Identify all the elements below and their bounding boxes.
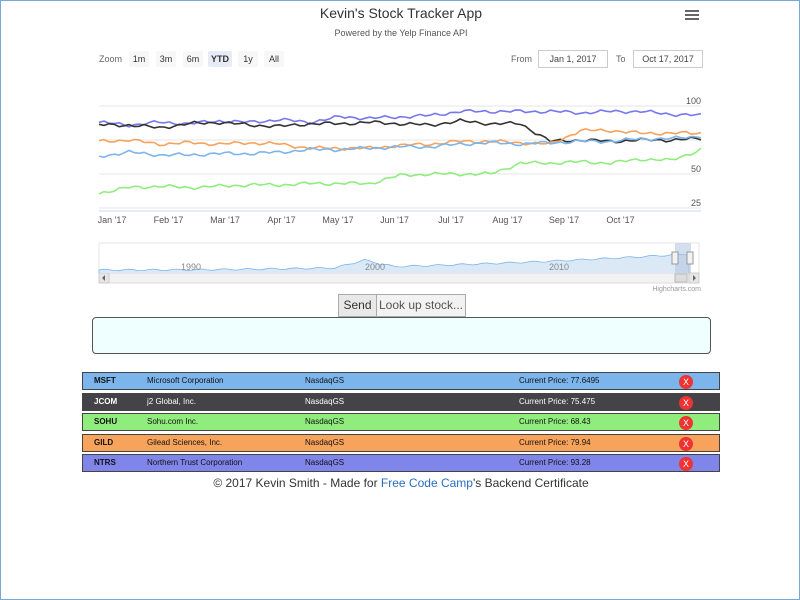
app-subtitle: Powered by the Yelp Finance API bbox=[334, 28, 468, 38]
footer: © 2017 Kevin Smith - Made for Free Code … bbox=[1, 476, 800, 490]
x-tick-label: Feb '17 bbox=[154, 215, 184, 225]
stock-exchange: NasdaqGS bbox=[305, 396, 345, 406]
stock-row-jcom[interactable]: JCOM j2 Global, Inc. NasdaqGS Current Price… bbox=[82, 392, 720, 411]
remove-stock-button[interactable]: X bbox=[679, 436, 693, 451]
highcharts-credits[interactable]: Highcharts.com bbox=[652, 286, 701, 293]
stock-name: Northern Trust Corporation bbox=[147, 458, 243, 468]
stock-symbol: MSFT bbox=[94, 376, 116, 385]
stock-name: j2 Global, Inc. bbox=[147, 396, 196, 406]
stock-price: Current Price: 77.6495 bbox=[519, 376, 600, 385]
zoom-6m-button[interactable]: 6m bbox=[183, 51, 203, 67]
zoom-label: Zoom bbox=[99, 54, 123, 64]
navigator-label-2000: 2000 bbox=[365, 262, 385, 272]
to-date-input[interactable]: Oct 17, 2017 bbox=[633, 50, 703, 68]
free-code-camp-link[interactable]: Free Code Camp bbox=[381, 476, 473, 490]
stock-symbol: NTRS bbox=[94, 458, 116, 468]
navigator-label-2010: 2010 bbox=[549, 262, 569, 272]
hamburger-menu-icon[interactable] bbox=[685, 10, 699, 22]
navigator-handle-right[interactable] bbox=[686, 251, 694, 265]
stock-row-msft[interactable]: MSFT Microsoft Corporation NasdaqGS Current… bbox=[82, 372, 720, 390]
stock-price: Current Price: 93.28 bbox=[519, 458, 591, 468]
series-line-msft[interactable] bbox=[98, 135, 702, 159]
from-date-input[interactable]: Jan 1, 2017 bbox=[538, 50, 608, 68]
scrollbar-thumb[interactable] bbox=[674, 273, 688, 283]
stock-price: Current Price: 79.94 bbox=[519, 437, 591, 447]
stock-row-gild[interactable]: GILD Gilead Sciences, Inc. NasdaqGS Current… bbox=[82, 433, 720, 452]
footer-suffix: 's Backend Certificate bbox=[472, 476, 589, 490]
x-tick-label: Mar '17 bbox=[210, 215, 240, 225]
message-box bbox=[92, 317, 711, 354]
stock-symbol: SOHU bbox=[94, 417, 118, 427]
zoom-all-button[interactable]: All bbox=[264, 51, 284, 67]
remove-stock-button[interactable]: X bbox=[679, 457, 693, 472]
stock-name: Microsoft Corporation bbox=[147, 376, 224, 385]
zoom-ytd-button[interactable]: YTD bbox=[208, 51, 232, 67]
stock-name: Sohu.com Inc. bbox=[147, 417, 199, 427]
stock-row-sohu[interactable]: SOHU Sohu.com Inc. NasdaqGS Current Price: … bbox=[82, 413, 720, 432]
x-tick-label: May '17 bbox=[322, 215, 353, 225]
stock-symbol: JCOM bbox=[94, 396, 118, 406]
x-tick-label: Apr '17 bbox=[267, 215, 295, 225]
stock-price-chart[interactable]: Jan '17 Feb '17 Mar '17 Apr '17 May '17 Jun '… bbox=[97, 71, 707, 293]
zoom-1y-button[interactable]: 1y bbox=[238, 51, 258, 67]
x-tick-label: Aug '17 bbox=[492, 215, 522, 225]
stock-price: Current Price: 68.43 bbox=[519, 417, 591, 427]
navigator-handle-left[interactable] bbox=[671, 251, 679, 265]
stock-name: Gilead Sciences, Inc. bbox=[147, 437, 223, 447]
x-tick-label: Jun '17 bbox=[380, 215, 409, 225]
stock-symbol: GILD bbox=[94, 437, 114, 447]
footer-prefix: © 2017 Kevin Smith - Made for bbox=[213, 476, 381, 490]
stock-exchange: NasdaqGS bbox=[305, 437, 345, 447]
chart-navigator[interactable]: 1990 2000 2010 bbox=[98, 242, 700, 284]
stock-exchange: NasdaqGS bbox=[305, 458, 345, 468]
navigator-scrollbar[interactable] bbox=[98, 272, 700, 284]
x-tick-label: Sep '17 bbox=[549, 215, 579, 225]
remove-stock-button[interactable]: X bbox=[679, 416, 693, 431]
x-tick-label: Jul '17 bbox=[438, 215, 464, 225]
stock-exchange: NasdaqGS bbox=[305, 376, 345, 385]
from-label: From bbox=[511, 54, 532, 64]
stock-price: Current Price: 75.475 bbox=[519, 396, 596, 406]
zoom-1m-button[interactable]: 1m bbox=[129, 51, 149, 67]
y-tick-label: 25 bbox=[691, 198, 701, 208]
to-label: To bbox=[616, 54, 626, 64]
x-tick-label: Oct '17 bbox=[606, 215, 634, 225]
y-tick-label: 100 bbox=[686, 96, 701, 106]
navigator-label-1990: 1990 bbox=[181, 262, 201, 272]
x-tick-label: Jan '17 bbox=[98, 215, 127, 225]
send-button[interactable]: Send bbox=[338, 294, 377, 317]
stock-row-ntrs[interactable]: NTRS Northern Trust Corporation NasdaqGS Cu… bbox=[82, 454, 720, 473]
stock-exchange: NasdaqGS bbox=[305, 417, 345, 427]
zoom-3m-button[interactable]: 3m bbox=[156, 51, 176, 67]
remove-stock-button[interactable]: X bbox=[679, 395, 693, 410]
remove-stock-button[interactable]: X bbox=[679, 375, 693, 389]
y-tick-label: 50 bbox=[691, 164, 701, 174]
stock-search-input[interactable]: Look up stock... bbox=[376, 294, 466, 317]
app-title: Kevin's Stock Tracker App bbox=[319, 5, 483, 21]
